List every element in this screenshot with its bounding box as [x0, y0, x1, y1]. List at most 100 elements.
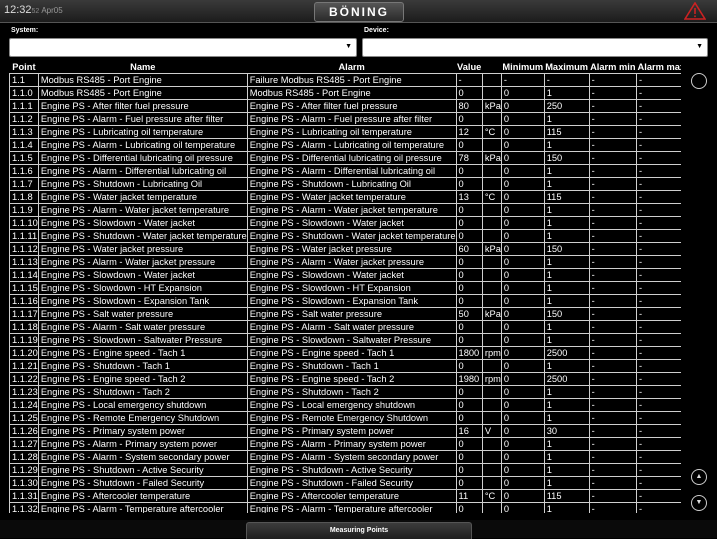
column-header[interactable]: Alarm max [637, 61, 681, 74]
table-cell: 11 [455, 489, 483, 503]
table-cell: 1.1.10 [9, 216, 39, 230]
table-cell: - [588, 242, 638, 256]
system-label: System: [11, 27, 39, 34]
table-cell: 0 [500, 411, 545, 425]
table-row[interactable]: 1.1.16 Engine PS - Slowdown - Expansion T… [9, 294, 681, 308]
table-cell [481, 177, 502, 191]
table-cell: 0 [500, 320, 545, 334]
table-row[interactable]: 1.1.29 Engine PS - Shutdown - Active Secu… [9, 463, 681, 477]
table-cell: rpm [481, 346, 502, 360]
scroll-thumb[interactable] [691, 73, 707, 89]
table-row[interactable]: 1.1.19 Engine PS - Slowdown - Saltwater P… [9, 333, 681, 347]
table-cell: 0 [500, 385, 545, 399]
table-cell: 16 [455, 424, 483, 438]
table-row[interactable]: 1.1.31 Engine PS - Aftercooler temperatur… [9, 489, 681, 503]
table-cell: Engine PS - Salt water pressure [37, 307, 248, 321]
table-cell: - [588, 463, 638, 477]
warning-icon[interactable] [684, 2, 706, 20]
table-row[interactable]: 1.1.14 Engine PS - Slowdown - Water jacke… [9, 268, 681, 282]
table-row[interactable]: 1.1.5 Engine PS - Differential lubricatin… [9, 151, 681, 165]
scroll-down-button[interactable]: ▼ [691, 495, 707, 511]
table-cell: Engine PS - Differential lubricating oil… [37, 151, 248, 165]
scroll-up-button[interactable]: ▲ [691, 469, 707, 485]
table-cell: 1.1.26 [9, 424, 39, 438]
table-row[interactable]: 1.1.12 Engine PS - Water jacket pressure E… [9, 242, 681, 256]
table-cell: - [636, 99, 681, 113]
table-row[interactable]: 1.1.9 Engine PS - Alarm - Water jacket te… [9, 203, 681, 217]
table-row[interactable]: 1.1.13 Engine PS - Alarm - Water jacket p… [9, 255, 681, 269]
column-header[interactable]: Minimum [501, 61, 544, 74]
table-row[interactable]: 1.1.1 Engine PS - After filter fuel press… [9, 99, 681, 113]
table-row[interactable]: 1.1.22 Engine PS - Engine speed - Tach 2E… [9, 372, 681, 386]
table-cell: kPa [481, 242, 502, 256]
table-row[interactable]: 1.1.23 Engine PS - Shutdown - Tach 2 Engin… [9, 385, 681, 399]
device-select[interactable]: ▼ [362, 38, 708, 57]
table-row[interactable]: 1.1.18 Engine PS - Alarm - Salt water pre… [9, 320, 681, 334]
column-header[interactable]: Alarm min [589, 61, 636, 74]
table-row[interactable]: 1.1.17 Engine PS - Salt water pressure Eng… [9, 307, 681, 321]
table-row[interactable]: 1.1.0 Modbus RS485 - Port Engine Modbus RS… [9, 86, 681, 100]
table-row[interactable]: 1.1.15 Engine PS - Slowdown - HT Expansio… [9, 281, 681, 295]
table-cell: 0 [455, 476, 483, 490]
table-row[interactable]: 1.1.21 Engine PS - Shutdown - Tach 1 Engin… [9, 359, 681, 373]
system-select[interactable]: ▼ [9, 38, 357, 57]
table-cell: 1.1.19 [9, 333, 39, 347]
table-cell: 0 [500, 502, 545, 513]
table-cell: 0 [455, 411, 483, 425]
table-row[interactable]: 1.1.24 Engine PS - Local emergency shutdo… [9, 398, 681, 412]
table-cell: Engine PS - Water jacket pressure [37, 242, 248, 256]
column-header[interactable]: Name [38, 61, 247, 74]
table-cell: Engine PS - Engine speed - Tach 2 [37, 372, 248, 386]
column-header[interactable]: Point [10, 61, 39, 74]
table-row[interactable]: 1.1.10 Engine PS - Slowdown - Water jacke… [9, 216, 681, 230]
table-cell: kPa [481, 99, 502, 113]
table-row[interactable]: 1.1.30 Engine PS - Shutdown - Failed Secu… [9, 476, 681, 490]
table-cell: - [588, 502, 638, 513]
table-cell: Engine PS - Engine speed - Tach 1 [37, 346, 248, 360]
table-cell: Engine PS - Differential lubricating oil… [246, 151, 457, 165]
table-cell: Engine PS - Alarm - Lubricating oil temp… [246, 138, 457, 152]
table-cell: Engine PS - Shutdown - Failed Security [246, 476, 457, 490]
table-cell: - [636, 125, 681, 139]
table-cell: - [636, 268, 681, 282]
table-cell: Engine PS - Shutdown - Lubricating Oil [246, 177, 457, 191]
table-row[interactable]: 1.1.8 Engine PS - Water jacket temperatur… [9, 190, 681, 204]
table-cell: - [636, 229, 681, 243]
table-cell: 1 [543, 359, 590, 373]
column-header[interactable] [482, 61, 501, 74]
table-row[interactable]: 1.1.11 Engine PS - Shutdown - Water jacke… [9, 229, 681, 243]
table-cell: °C [481, 190, 502, 204]
table-cell: Engine PS - Remote Emergency Shutdown [37, 411, 248, 425]
table-cell: 1 [543, 411, 590, 425]
table-cell: 0 [455, 255, 483, 269]
table-row[interactable]: 1.1.7 Engine PS - Shutdown - Lubricating … [9, 177, 681, 191]
column-header[interactable]: Maximum [544, 61, 589, 74]
table-cell: Engine PS - Engine speed - Tach 2 [246, 372, 457, 386]
table-row[interactable]: 1.1.27 Engine PS - Alarm - Primary system… [9, 437, 681, 451]
column-header[interactable]: Alarm [247, 61, 456, 74]
table-row[interactable]: 1.1.6 Engine PS - Alarm - Differential lu… [9, 164, 681, 178]
table-cell: 0 [455, 268, 483, 282]
table-row[interactable]: 1.1.32 Engine PS - Alarm - Temperature af… [9, 502, 681, 513]
table-row[interactable]: 1.1.2 Engine PS - Alarm - Fuel pressure a… [9, 112, 681, 126]
table-cell: - [588, 450, 638, 464]
table-cell: Engine PS - Alarm - Water jacket tempera… [246, 203, 457, 217]
table-cell: 1 [543, 398, 590, 412]
table-row[interactable]: 1.1.20 Engine PS - Engine speed - Tach 1E… [9, 346, 681, 360]
table-cell: 0 [500, 294, 545, 308]
table-body: 1.1 Modbus RS485 - Port Engine Failure Mod… [9, 73, 681, 513]
table-row[interactable]: 1.1.3 Engine PS - Lubricating oil tempera… [9, 125, 681, 139]
table-cell: - [636, 476, 681, 490]
table-cell: 1.1.16 [9, 294, 39, 308]
table-row[interactable]: 1.1.25 Engine PS - Remote Emergency Shutd… [9, 411, 681, 425]
tab-measuring-points[interactable]: Measuring Points [246, 522, 472, 539]
table-row[interactable]: 1.1 Modbus RS485 - Port Engine Failure Mod… [9, 73, 681, 87]
table-cell: 0 [455, 437, 483, 451]
table-cell: - [588, 216, 638, 230]
table-cell: Engine PS - Lubricating oil temperature [37, 125, 248, 139]
table-row[interactable]: 1.1.26 Engine PS - Primary system power En… [9, 424, 681, 438]
table-row[interactable]: 1.1.4 Engine PS - Alarm - Lubricating oil… [9, 138, 681, 152]
table-row[interactable]: 1.1.28 Engine PS - Alarm - System seconda… [9, 450, 681, 464]
table-cell: 0 [455, 86, 483, 100]
column-header[interactable]: Value [456, 61, 482, 74]
